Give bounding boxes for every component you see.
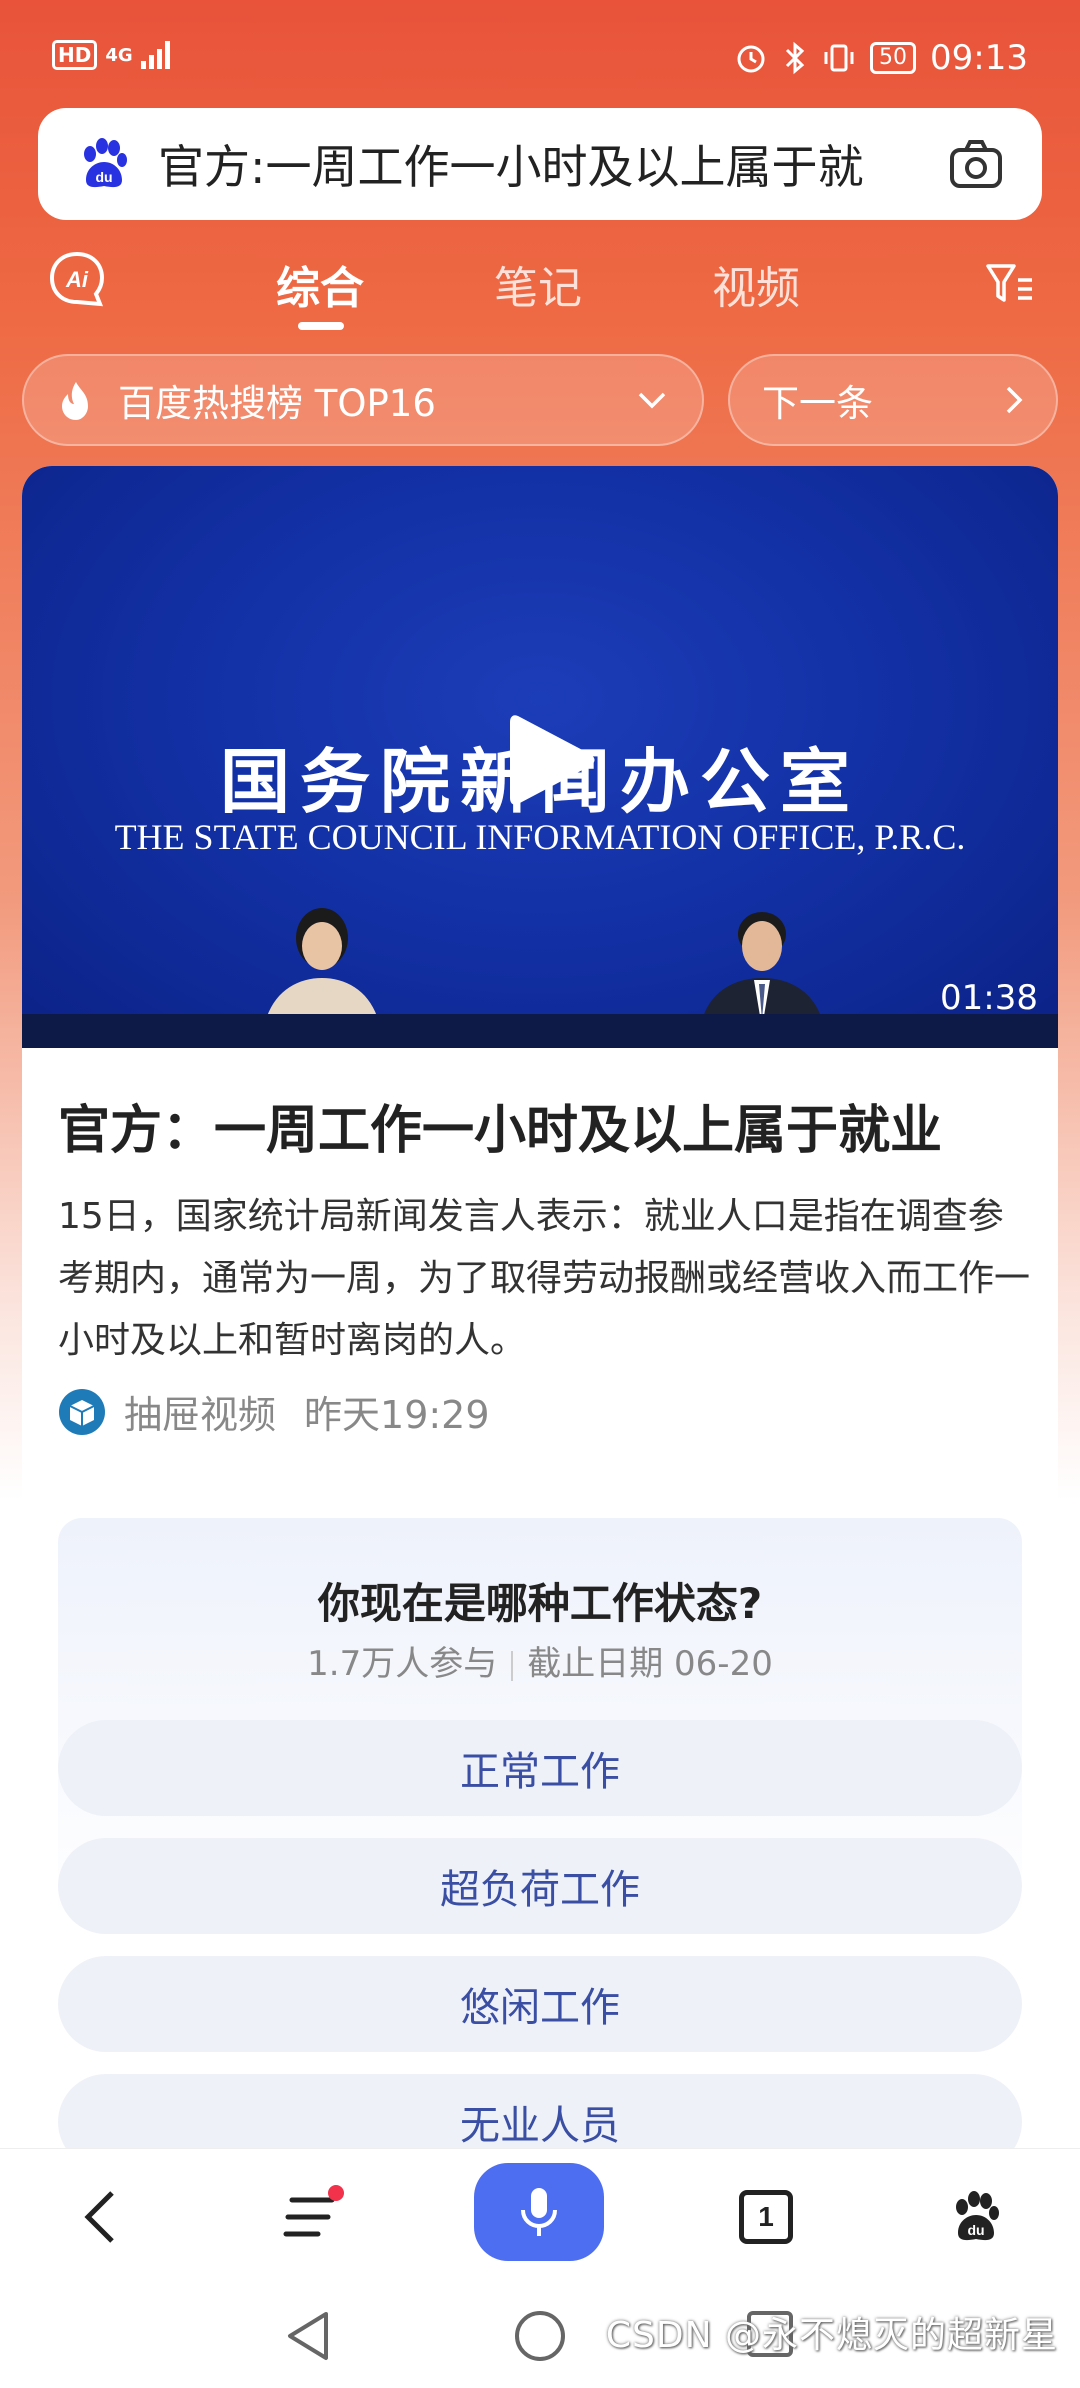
- system-back-icon[interactable]: [282, 2308, 334, 2364]
- alarm-icon: [737, 45, 765, 73]
- video-duration: 01:38: [940, 978, 1038, 1018]
- notification-dot: [328, 2185, 344, 2201]
- flame-icon: [62, 382, 88, 420]
- poll-question: 你现在是哪种工作状态?: [317, 1579, 763, 1628]
- source-logo-icon: [59, 1388, 105, 1435]
- baidu-home-button[interactable]: du: [926, 2167, 1026, 2267]
- poll-deadline: 截止日期 06-20: [527, 1644, 773, 1684]
- tab-comprehensive[interactable]: 综合: [276, 252, 364, 316]
- bluetooth-icon: [785, 41, 805, 75]
- baidu-paw-icon: du: [956, 2191, 999, 2241]
- poll-meta: 1.7万人参与 截止日期 06-20: [58, 1636, 1022, 1685]
- article-description: 15日，国家统计局新闻发言人表示：就业人口是指在调查参考期内，通常为一周，为了取…: [58, 1196, 1031, 1361]
- poll-participants: 1.7万人参与: [307, 1644, 498, 1684]
- hot-list-dropdown[interactable]: 百度热搜榜 TOP16: [22, 354, 704, 446]
- video-banner-title-en: THE STATE COUNCIL INFORMATION OFFICE, P.…: [114, 817, 966, 857]
- poll-option-leisure[interactable]: 悠闲工作: [58, 1956, 1022, 2052]
- search-input[interactable]: 官方:一周工作一小时及以上属于就: [158, 131, 918, 197]
- system-home-icon[interactable]: [512, 2308, 568, 2364]
- tab-notes[interactable]: 笔记: [494, 252, 582, 316]
- tab-videos[interactable]: 视频: [712, 252, 800, 316]
- filter-icon[interactable]: [984, 258, 1036, 310]
- network-label: 4G: [105, 44, 133, 66]
- tabs-button[interactable]: 1: [716, 2167, 816, 2267]
- status-bar: HD 4G 50 09:13: [0, 0, 1080, 110]
- search-bar[interactable]: du 官方:一周工作一小时及以上属于就: [38, 108, 1042, 220]
- signal-icon: [140, 41, 170, 69]
- voice-search-button[interactable]: [474, 2163, 604, 2261]
- article-title[interactable]: 官方：一周工作一小时及以上属于就业: [58, 1088, 942, 1163]
- tabs-row: Ai 综合 笔记 视频: [0, 240, 1080, 340]
- svg-text:du: du: [95, 169, 112, 185]
- poll-option-overload[interactable]: 超负荷工作: [58, 1838, 1022, 1934]
- bottom-nav-bar: 1 du: [0, 2148, 1080, 2278]
- play-icon[interactable]: [506, 710, 596, 810]
- video-player[interactable]: 国务院新闻办公室 THE STATE COUNCIL INFORMATION O…: [22, 466, 1058, 1048]
- article-time: 昨天19:29: [304, 1393, 490, 1437]
- back-arrow-icon: [84, 2191, 114, 2243]
- hot-list-label: 百度热搜榜 TOP16: [118, 382, 436, 425]
- tab-count-icon: 1: [739, 2190, 793, 2244]
- tab-indicator: [298, 322, 344, 330]
- baidu-paw-icon: du: [84, 138, 127, 188]
- microphone-icon: [521, 2188, 557, 2236]
- result-card: 国务院新闻办公室 THE STATE COUNCIL INFORMATION O…: [22, 466, 1058, 2388]
- video-desk: [22, 1014, 1058, 1048]
- tab-count: 1: [758, 2201, 774, 2232]
- article-source[interactable]: 抽屉视频: [124, 1384, 276, 1439]
- battery-icon: 50: [870, 42, 917, 74]
- status-right: 50 09:13: [734, 38, 1028, 78]
- camera-icon[interactable]: [948, 136, 1004, 192]
- poll-option-normal[interactable]: 正常工作: [58, 1720, 1022, 1816]
- menu-button[interactable]: [262, 2167, 362, 2267]
- chevron-right-icon: [1006, 386, 1023, 414]
- chevron-down-icon: [638, 392, 666, 409]
- poll-meta-divider: [511, 1650, 514, 1681]
- svg-text:du: du: [967, 2222, 984, 2238]
- next-item-label: 下一条: [762, 382, 873, 425]
- back-button[interactable]: [50, 2167, 150, 2267]
- vibrate-icon: [824, 44, 854, 72]
- watermark: CSDN @永不熄灭的超新星: [605, 2315, 1058, 2356]
- status-left: HD 4G: [52, 40, 170, 70]
- article-source-row: 抽屉视频 昨天19:29: [58, 1384, 490, 1439]
- next-item-button[interactable]: 下一条: [728, 354, 1058, 446]
- clock: 09:13: [930, 38, 1028, 78]
- svg-text:Ai: Ai: [65, 267, 89, 292]
- ai-assistant-icon[interactable]: Ai: [48, 250, 106, 308]
- hd-badge: HD: [52, 40, 98, 70]
